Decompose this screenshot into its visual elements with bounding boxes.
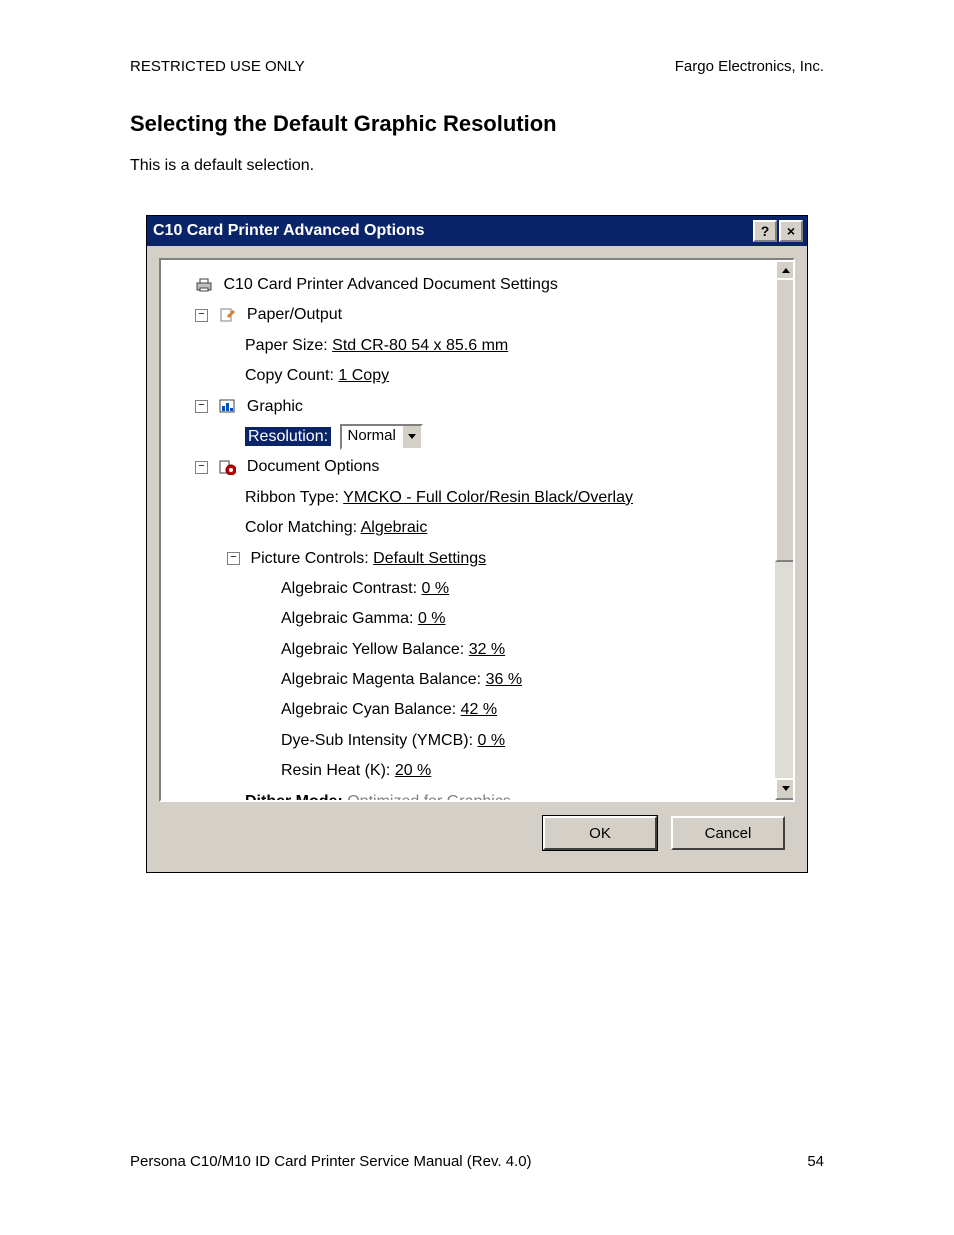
resolution-dropdown[interactable]: Normal (340, 424, 423, 450)
dither-value: Optimized for Graphics (347, 793, 511, 802)
tree-color-matching[interactable]: Color Matching: Algebraic (169, 513, 785, 543)
collapse-icon[interactable]: − (195, 309, 208, 322)
body-text: This is a default selection. (130, 157, 824, 175)
section-title: Selecting the Default Graphic Resolution (130, 111, 824, 137)
graphic-label: Graphic (247, 398, 303, 415)
tree-cyan[interactable]: Algebraic Cyan Balance: 42 % (169, 695, 785, 725)
tree-picture-controls[interactable]: − Picture Controls: Default Settings (169, 544, 785, 574)
contrast-value[interactable]: 0 % (422, 580, 450, 597)
page-number: 54 (807, 1153, 824, 1170)
paper-size-value[interactable]: Std CR-80 54 x 85.6 mm (332, 337, 508, 354)
dither-label: Dither Mode: (245, 793, 347, 802)
magenta-value[interactable]: 36 % (486, 671, 522, 688)
scrollbar-thumb[interactable] (775, 278, 795, 562)
resolution-value: Normal (342, 422, 402, 451)
tree-dither-mode[interactable]: Dither Mode: Optimized for Graphics (169, 787, 785, 802)
tree-resin[interactable]: Resin Heat (K): 20 % (169, 756, 785, 786)
contrast-label: Algebraic Contrast: (281, 580, 422, 597)
tree-magenta[interactable]: Algebraic Magenta Balance: 36 % (169, 665, 785, 695)
titlebar: C10 Card Printer Advanced Options ? × (147, 216, 807, 246)
collapse-icon[interactable]: − (195, 461, 208, 474)
scroll-down-icon[interactable] (775, 778, 795, 800)
yellow-value[interactable]: 32 % (469, 641, 505, 658)
picture-controls-value[interactable]: Default Settings (373, 550, 486, 567)
cancel-button[interactable]: Cancel (671, 816, 785, 850)
tree-contrast[interactable]: Algebraic Contrast: 0 % (169, 574, 785, 604)
dyesub-value[interactable]: 0 % (478, 732, 506, 749)
cyan-label: Algebraic Cyan Balance: (281, 701, 461, 718)
copy-count-value[interactable]: 1 Copy (338, 367, 389, 384)
picture-controls-label: Picture Controls: (250, 550, 373, 567)
tree-gamma[interactable]: Algebraic Gamma: 0 % (169, 604, 785, 634)
printer-icon (195, 277, 213, 293)
tree-ribbon-type[interactable]: Ribbon Type: YMCKO - Full Color/Resin Bl… (169, 483, 785, 513)
paper-size-label: Paper Size: (245, 337, 332, 354)
tree-root-label: C10 Card Printer Advanced Document Setti… (223, 276, 557, 293)
magenta-label: Algebraic Magenta Balance: (281, 671, 486, 688)
tree-resolution[interactable]: Resolution: Normal (169, 422, 785, 452)
vertical-scrollbar[interactable] (774, 260, 793, 800)
paper-output-label: Paper/Output (247, 306, 342, 323)
collapse-icon[interactable]: − (227, 552, 240, 565)
tree-document-options[interactable]: − Document Options (169, 452, 785, 482)
tree-copy-count[interactable]: Copy Count: 1 Copy (169, 361, 785, 391)
color-match-label: Color Matching: (245, 519, 361, 536)
ribbon-value[interactable]: YMCKO - Full Color/Resin Black/Overlay (343, 489, 633, 506)
document-options-icon (218, 459, 236, 475)
ribbon-label: Ribbon Type: (245, 489, 343, 506)
document-options-label: Document Options (247, 458, 380, 475)
footer-left: Persona C10/M10 ID Card Printer Service … (130, 1153, 532, 1170)
tree-paper-size[interactable]: Paper Size: Std CR-80 54 x 85.6 mm (169, 331, 785, 361)
tree-graphic[interactable]: − Graphic (169, 392, 785, 422)
header-right: Fargo Electronics, Inc. (675, 58, 824, 75)
chevron-down-icon[interactable] (402, 426, 421, 448)
gamma-label: Algebraic Gamma: (281, 610, 418, 627)
header-left: RESTRICTED USE ONLY (130, 58, 305, 75)
cyan-value[interactable]: 42 % (461, 701, 497, 718)
dyesub-label: Dye-Sub Intensity (YMCB): (281, 732, 478, 749)
settings-tree: C10 Card Printer Advanced Document Setti… (159, 258, 795, 802)
gamma-value[interactable]: 0 % (418, 610, 446, 627)
tree-root[interactable]: C10 Card Printer Advanced Document Setti… (169, 270, 785, 300)
ok-button[interactable]: OK (543, 816, 657, 850)
collapse-icon[interactable]: − (195, 400, 208, 413)
advanced-options-dialog: C10 Card Printer Advanced Options ? × C1… (146, 215, 808, 873)
copy-count-label: Copy Count: (245, 367, 338, 384)
color-match-value[interactable]: Algebraic (361, 519, 428, 536)
tree-yellow[interactable]: Algebraic Yellow Balance: 32 % (169, 635, 785, 665)
resin-label: Resin Heat (K): (281, 762, 395, 779)
dialog-title: C10 Card Printer Advanced Options (153, 222, 424, 240)
paper-output-icon (218, 307, 236, 323)
resin-value[interactable]: 20 % (395, 762, 431, 779)
close-button[interactable]: × (779, 220, 803, 242)
resolution-label: Resolution: (245, 427, 331, 446)
graphic-icon (218, 398, 236, 414)
yellow-label: Algebraic Yellow Balance: (281, 641, 469, 658)
help-button[interactable]: ? (753, 220, 777, 242)
tree-paper-output[interactable]: − Paper/Output (169, 300, 785, 330)
tree-dyesub[interactable]: Dye-Sub Intensity (YMCB): 0 % (169, 726, 785, 756)
dialog-body: C10 Card Printer Advanced Document Setti… (147, 246, 807, 872)
